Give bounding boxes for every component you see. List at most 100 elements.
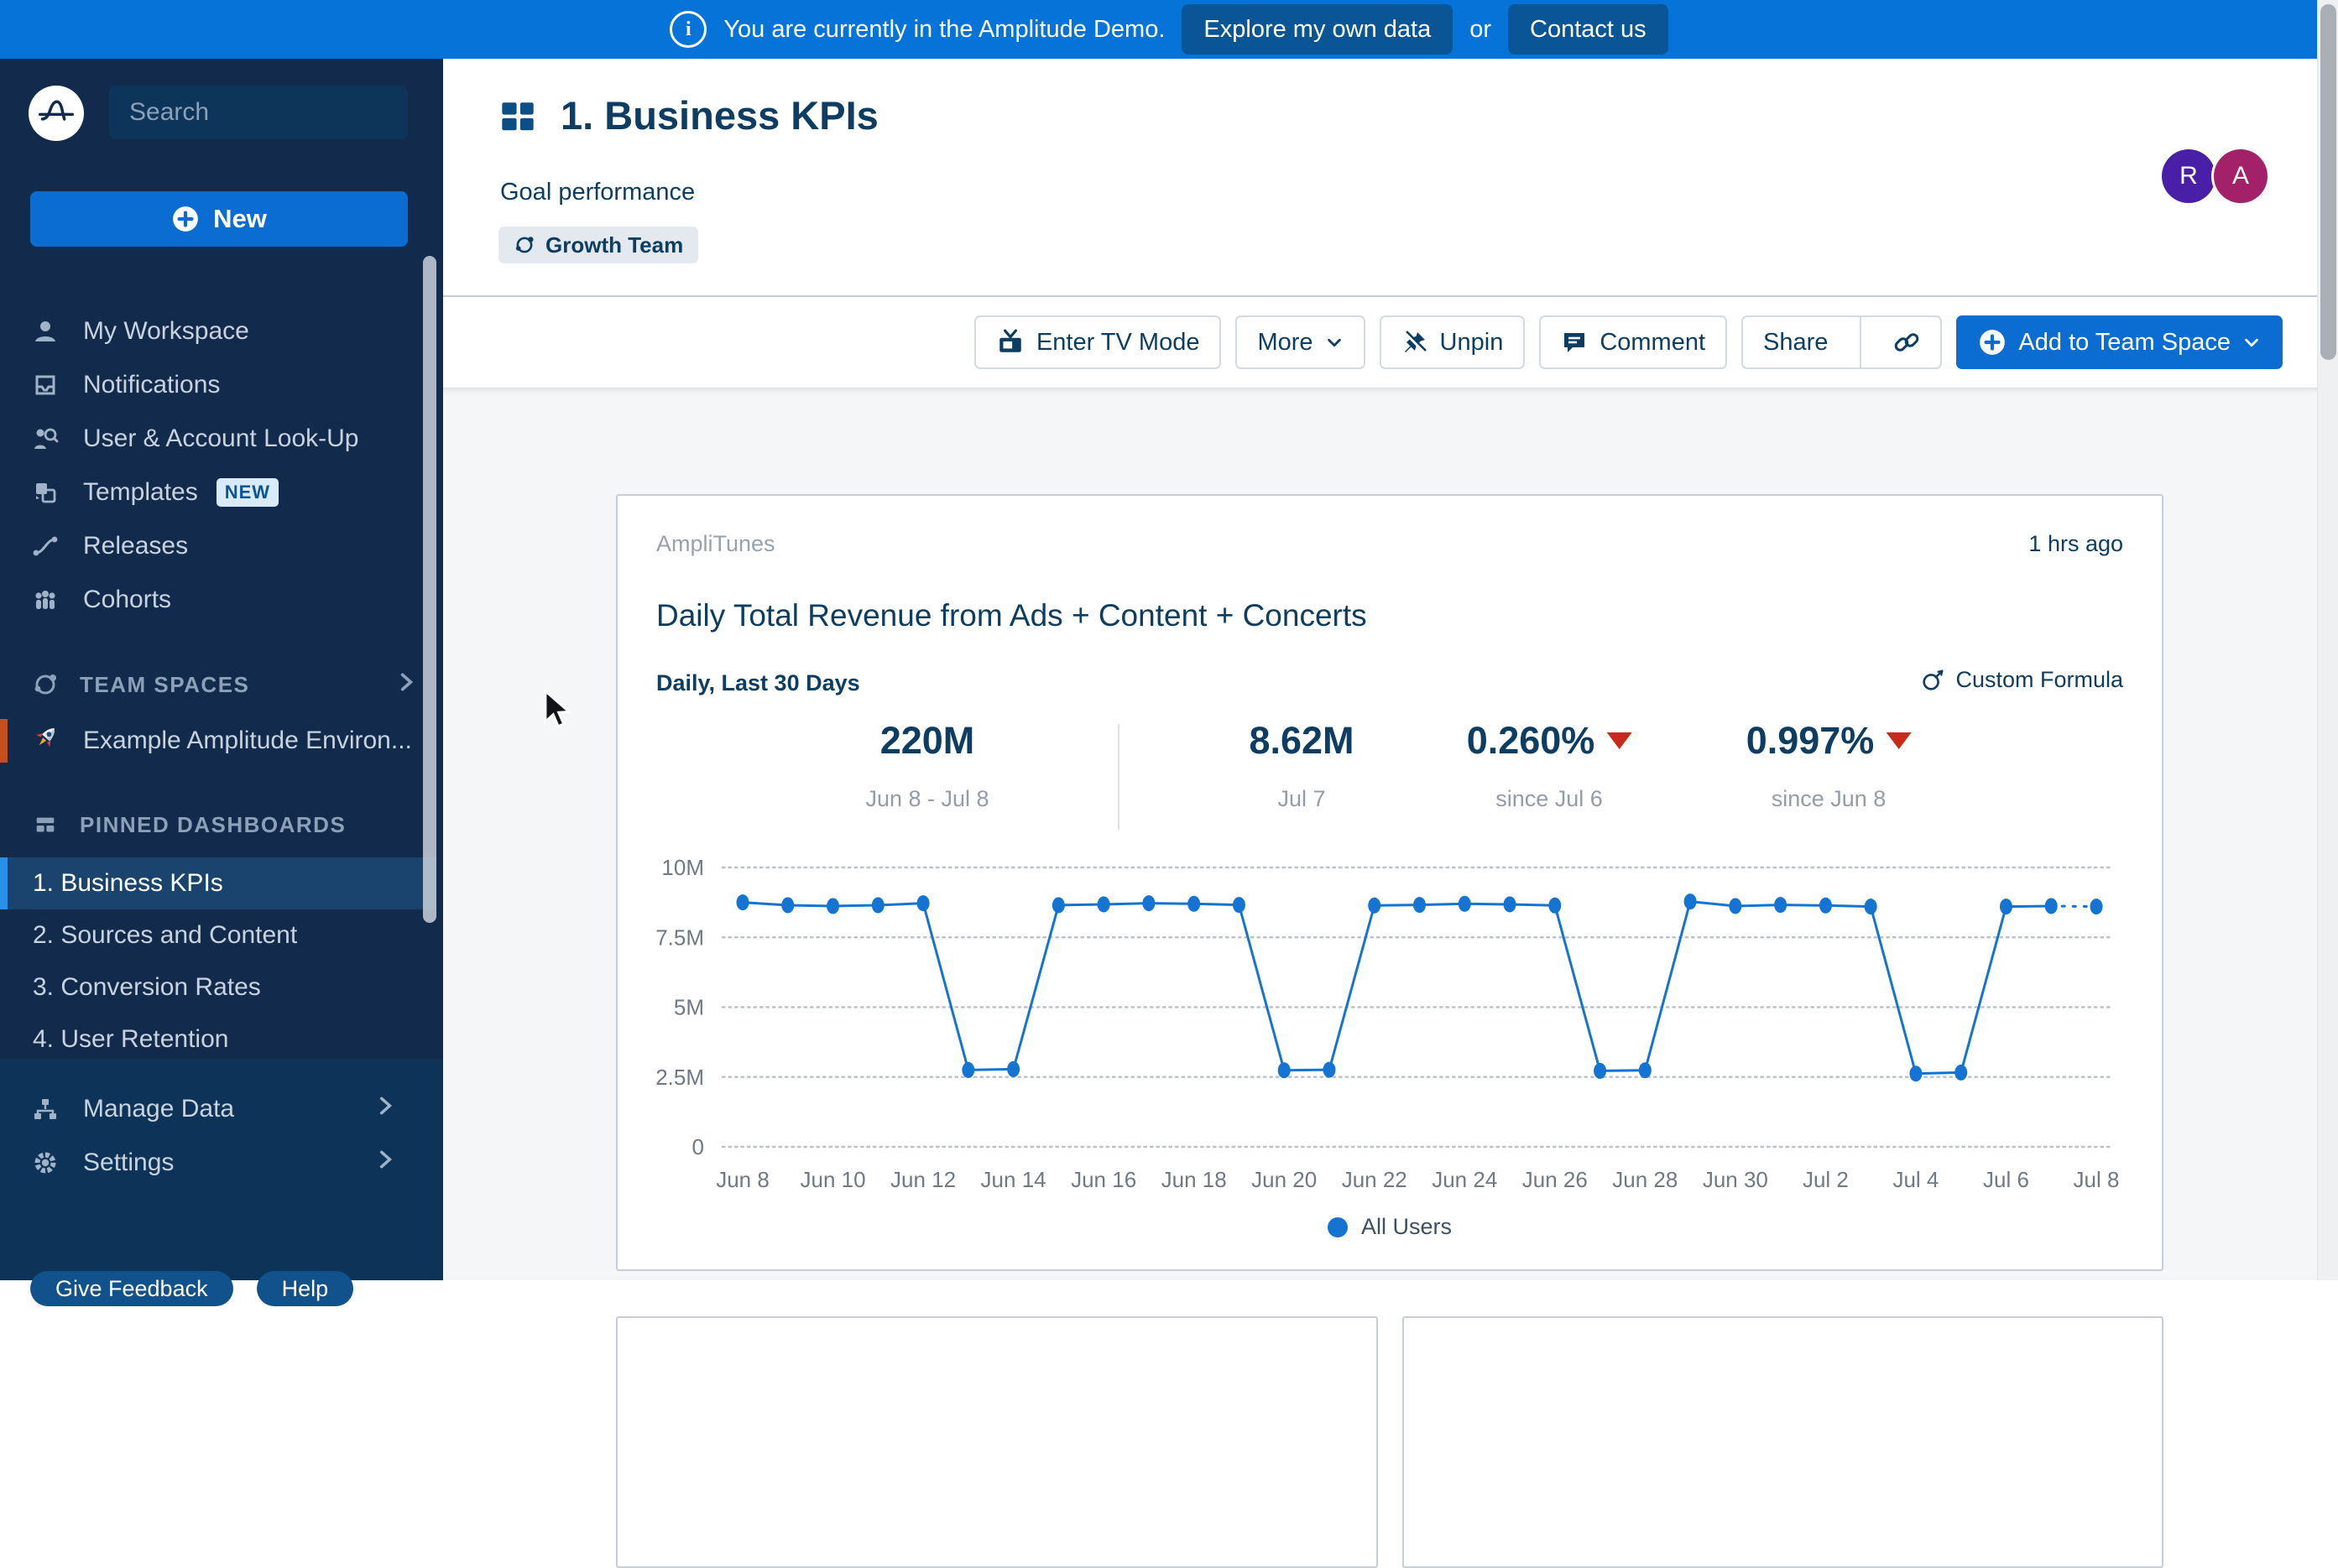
give-feedback-button[interactable]: Give Feedback (30, 1271, 233, 1306)
add-to-team-space-button[interactable]: Add to Team Space (1956, 315, 2283, 369)
pinned-dashboards-header: PINNED DASHBOARDS (0, 798, 467, 852)
sidebar-item-settings[interactable]: Settings (0, 1136, 443, 1190)
sidebar-item-user-account-lookup[interactable]: User & Account Look-Up (0, 412, 436, 466)
contact-us-button[interactable]: Contact us (1508, 4, 1668, 55)
svg-text:Jun 18: Jun 18 (1161, 1167, 1227, 1192)
enter-tv-mode-label: Enter TV Mode (1036, 328, 1200, 356)
svg-text:Jul 2: Jul 2 (1803, 1167, 1849, 1192)
kpi-sublabel: since Jul 6 (1495, 786, 1603, 811)
svg-text:0: 0 (692, 1134, 704, 1159)
add-to-team-space-label: Add to Team Space (2018, 328, 2231, 356)
bottom-left-card (616, 1316, 1378, 1568)
new-button[interactable]: New (30, 191, 408, 247)
sidebar-item-label: Manage Data (83, 1095, 235, 1123)
amplitude-logo[interactable] (29, 86, 84, 141)
svg-text:Jul 8: Jul 8 (2074, 1167, 2120, 1192)
plus-circle-icon (173, 206, 198, 232)
kpi-change-period: 0.997% since Jun 8 (1746, 719, 1912, 812)
dashboard-toolbar: Enter TV Mode More Unpin Comment Share A… (443, 297, 2338, 388)
unpin-icon (1401, 329, 1428, 356)
sidebar-item-user-retention[interactable]: 4. User Retention (0, 1013, 436, 1065)
sidebar-item-example-amplitude-environment[interactable]: Example Amplitude Environ... (0, 714, 467, 768)
pinned-dashboards-icon (31, 810, 60, 839)
growth-team-badge[interactable]: Growth Team (498, 227, 699, 263)
avatar[interactable]: A (2214, 149, 2268, 203)
dashboard-content: AmpliTunes 1 hrs ago Daily Total Revenue… (443, 388, 2338, 1568)
kpi-sublabel: Jul 7 (1277, 786, 1326, 811)
svg-text:Jun 12: Jun 12 (890, 1167, 956, 1192)
page-header: 1. Business KPIs Goal performance Growth… (443, 59, 2338, 297)
avatar[interactable]: R (2162, 149, 2215, 203)
sidebar-item-releases[interactable]: Releases (0, 519, 436, 573)
comment-button[interactable]: Comment (1539, 315, 1728, 369)
svg-text:5M: 5M (674, 995, 704, 1020)
cohorts-icon (31, 586, 60, 614)
copy-link-button[interactable] (1873, 317, 1940, 367)
new-badge: NEW (216, 478, 279, 507)
comment-icon (1561, 329, 1588, 356)
svg-text:2.5M: 2.5M (655, 1065, 704, 1090)
button-divider (1860, 317, 1862, 367)
growth-team-label: Growth Team (545, 232, 684, 258)
custom-formula[interactable]: Custom Formula (1920, 667, 2123, 693)
pinned-dashboards-header-label: PINNED DASHBOARDS (80, 811, 347, 837)
sidebar-item-cohorts[interactable]: Cohorts (0, 573, 436, 627)
chart-updated-label: 1 hrs ago (2028, 531, 2123, 556)
svg-text:Jun 30: Jun 30 (1703, 1167, 1768, 1192)
team-spaces-header[interactable]: TEAM SPACES (0, 658, 467, 711)
sidebar-item-manage-data[interactable]: Manage Data (0, 1082, 443, 1136)
share-button[interactable]: Share (1743, 317, 1848, 367)
kpi-sublabel: Jun 8 - Jul 8 (865, 786, 989, 811)
avatar-group: R A (2162, 149, 2268, 203)
chevron-down-icon (2242, 333, 2261, 352)
search-box[interactable] (109, 86, 455, 139)
templates-icon (31, 478, 60, 507)
releases-icon (31, 532, 60, 560)
kpi-value: 0.997% (1746, 719, 1875, 762)
more-button[interactable]: More (1235, 315, 1365, 369)
explore-my-own-data-button[interactable]: Explore my own data (1182, 4, 1453, 55)
trend-down-icon (1886, 732, 1912, 749)
page-title: 1. Business KPIs (561, 93, 879, 138)
svg-text:Jun 28: Jun 28 (1612, 1167, 1678, 1192)
sidebar-item-templates[interactable]: Templates NEW (0, 466, 436, 519)
kpi-value: 8.62M (1249, 719, 1354, 762)
sidebar-item-notifications[interactable]: Notifications (0, 358, 436, 412)
page-subtitle: Goal performance (500, 179, 696, 206)
page-scrollbar-track[interactable] (2317, 0, 2338, 1280)
chart-legend[interactable]: All Users (618, 1214, 2162, 1240)
dashboard-item-label: 1. Business KPIs (33, 869, 223, 897)
sidebar-item-label: Notifications (83, 371, 221, 399)
comment-label: Comment (1600, 328, 1706, 356)
help-button[interactable]: Help (256, 1271, 354, 1306)
chevron-right-icon (374, 1095, 396, 1123)
search-input[interactable] (128, 97, 455, 128)
sidebar-scrollbar[interactable] (423, 256, 436, 923)
chart-source-label[interactable]: AmpliTunes (656, 531, 775, 557)
banner-or-label: or (1469, 15, 1492, 43)
kpi-row: 220M Jun 8 - Jul 8 8.62M Jul 7 0.260% si… (618, 719, 2162, 836)
enter-tv-mode-button[interactable]: Enter TV Mode (973, 315, 1222, 369)
demo-banner: i You are currently in the Amplitude Dem… (0, 0, 2338, 59)
tv-icon (996, 328, 1025, 357)
sidebar-item-conversion-rates[interactable]: 3. Conversion Rates (0, 961, 436, 1013)
info-icon: i (670, 11, 707, 48)
chart-title[interactable]: Daily Total Revenue from Ads + Content +… (656, 598, 1367, 633)
plus-circle-icon (1978, 328, 2007, 357)
unpin-button[interactable]: Unpin (1379, 315, 1526, 369)
svg-text:Jun 14: Jun 14 (981, 1167, 1046, 1192)
custom-formula-label: Custom Formula (1955, 667, 2123, 692)
sidebar-item-sources-and-content[interactable]: 2. Sources and Content (0, 909, 436, 961)
trend-down-icon (1606, 732, 1632, 749)
revenue-line-chart[interactable]: 0 2.5M 5M 7.5M 10M Jun 8 Jun 10 Jun 12 Jun 14 Jun… (618, 847, 2162, 1192)
page-scrollbar-thumb[interactable] (2320, 4, 2336, 360)
kpi-total: 220M Jun 8 - Jul 8 (865, 719, 989, 812)
chevron-right-icon[interactable] (395, 671, 417, 699)
gear-icon (31, 1149, 60, 1177)
chevron-down-icon (1325, 333, 1344, 352)
sidebar-item-my-workspace[interactable]: My Workspace (0, 305, 436, 358)
bottom-right-card (1402, 1316, 2163, 1568)
main-area: 1. Business KPIs Goal performance Growth… (443, 59, 2338, 1568)
sidebar-item-business-kpis[interactable]: 1. Business KPIs (0, 857, 436, 909)
svg-text:Jun 16: Jun 16 (1071, 1167, 1136, 1192)
